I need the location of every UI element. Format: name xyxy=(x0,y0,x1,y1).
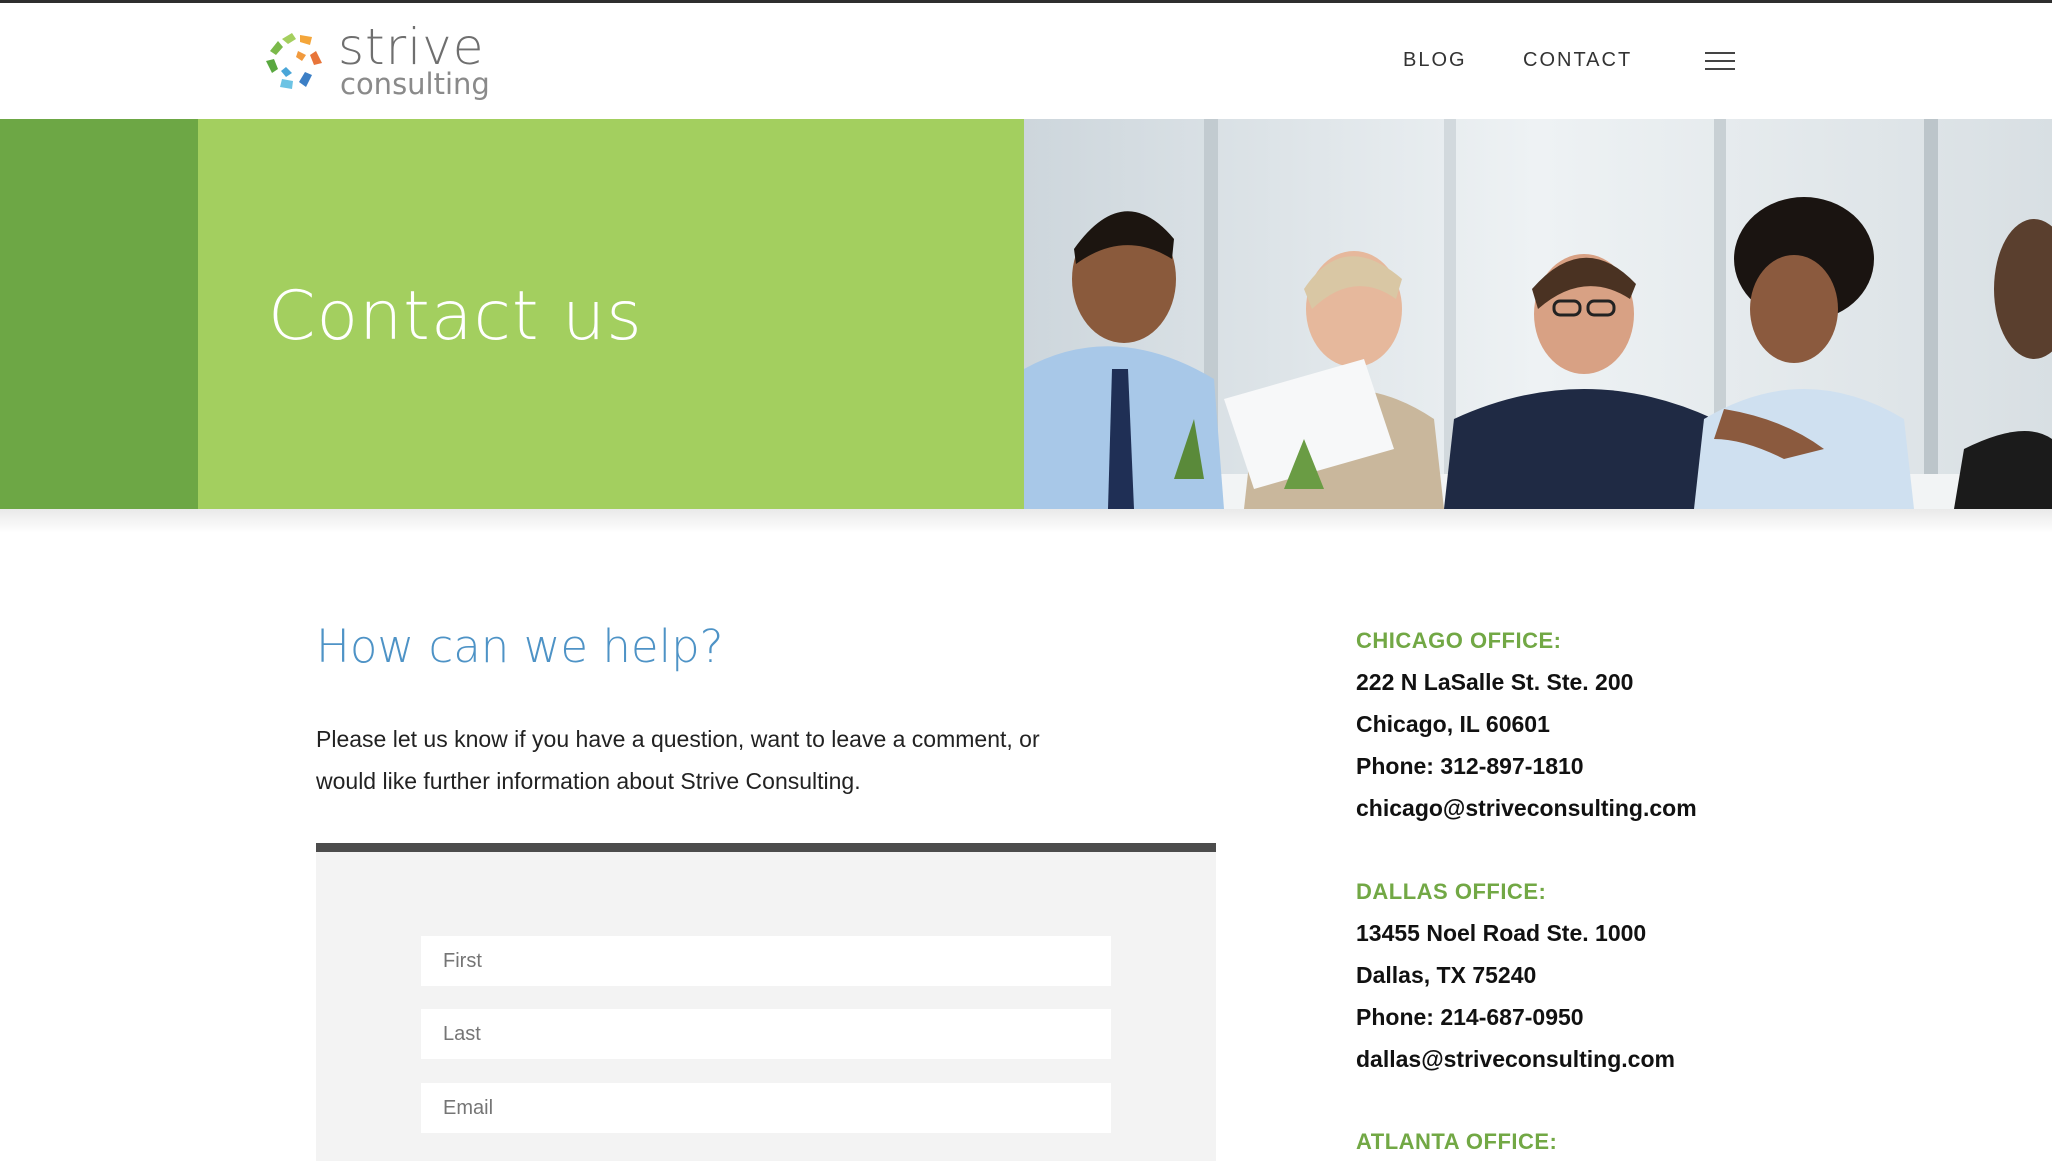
hero-shadow xyxy=(0,509,2052,533)
intro-line-1: Please let us know if you have a questio… xyxy=(316,726,1040,752)
chicago-phone[interactable]: Phone: 312-897-1810 xyxy=(1356,753,1584,780)
dallas-email-link[interactable]: dallas@striveconsulting.com xyxy=(1356,1046,1675,1073)
last-name-field[interactable] xyxy=(421,1009,1111,1059)
page-title: Contact us xyxy=(268,277,643,356)
first-name-field[interactable] xyxy=(421,936,1111,986)
email-field[interactable] xyxy=(421,1083,1111,1133)
team-meeting-photo xyxy=(1024,119,2052,509)
strive-logo[interactable]: strive consulting xyxy=(262,19,502,105)
help-heading: How can we help? xyxy=(316,620,724,673)
logo-subtitle: consulting xyxy=(340,67,490,101)
dallas-office-title: DALLAS OFFICE: xyxy=(1356,879,1547,904)
hamburger-menu-icon[interactable] xyxy=(1705,52,1735,74)
atlanta-office-title: ATLANTA OFFICE: xyxy=(1356,1129,1558,1154)
intro-paragraph: Please let us know if you have a questio… xyxy=(316,718,1196,802)
nav-link-contact[interactable]: CONTACT xyxy=(1523,49,1632,72)
strive-logo-icon xyxy=(266,33,322,89)
hero-banner: Contact us xyxy=(0,119,2052,509)
chicago-address-2: Chicago, IL 60601 xyxy=(1356,711,1550,737)
chicago-address-1: 222 N LaSalle St. Ste. 200 xyxy=(1356,669,1634,695)
site-header: strive consulting BLOG CONTACT xyxy=(0,3,2052,119)
intro-line-2: would like further information about Str… xyxy=(316,768,861,794)
dallas-address-2: Dallas, TX 75240 xyxy=(1356,962,1537,988)
chicago-office-title: CHICAGO OFFICE: xyxy=(1356,628,1562,653)
hero-accent-block xyxy=(0,119,198,509)
dallas-address-1: 13455 Noel Road Ste. 1000 xyxy=(1356,920,1647,946)
contact-form xyxy=(316,843,1216,1161)
dallas-phone[interactable]: Phone: 214-687-0950 xyxy=(1356,1004,1584,1031)
nav-link-blog[interactable]: BLOG xyxy=(1403,49,1467,72)
chicago-email-link[interactable]: chicago@striveconsulting.com xyxy=(1356,795,1697,822)
